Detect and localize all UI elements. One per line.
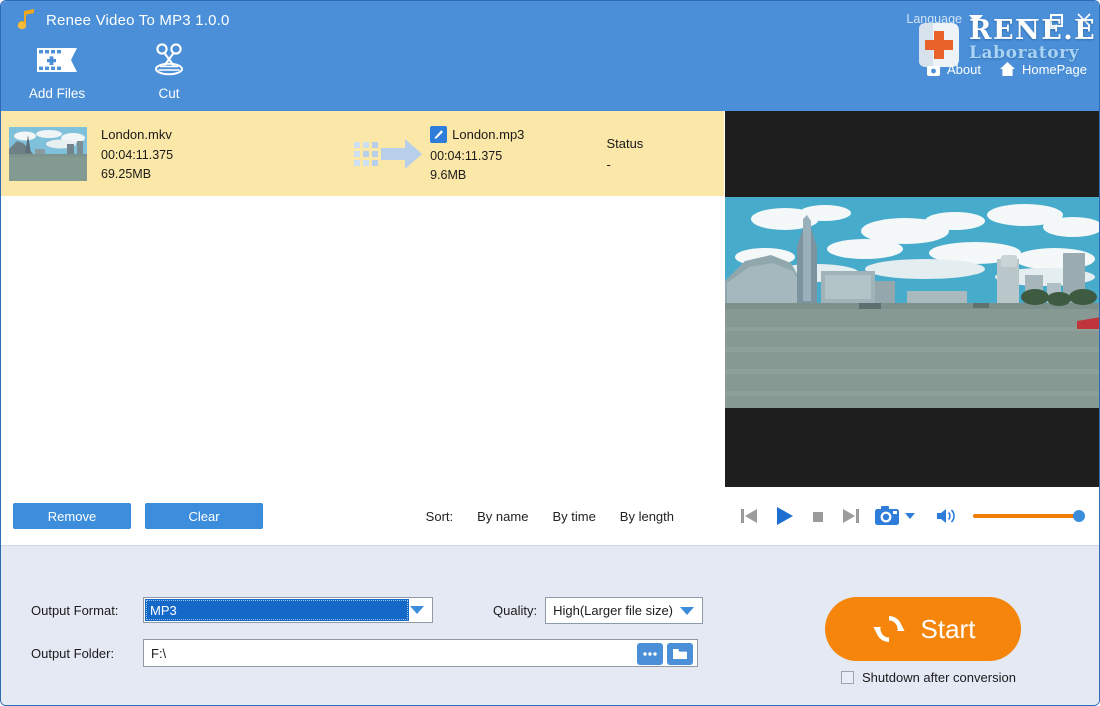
source-size: 69.25MB [101,167,346,181]
scissors-icon [149,43,189,77]
target-size: 9.6MB [430,168,606,182]
about-label: About [947,62,981,77]
output-folder-buttons [637,643,693,665]
play-button[interactable] [772,504,796,528]
status-column-header: Status [606,136,724,151]
browse-folder-button[interactable] [637,643,663,665]
edit-icon[interactable] [430,126,447,143]
homepage-label: HomePage [1022,62,1087,77]
list-action-bar: Remove Clear Sort: By name By time By le… [1,487,724,545]
remove-button[interactable]: Remove [13,503,131,529]
player-controls [724,487,1100,545]
chevron-down-icon [410,606,424,614]
stop-button[interactable] [808,506,828,526]
toolbar: Add Files Cut [1,37,225,101]
output-format-label: Output Format: [31,603,143,618]
next-button[interactable] [840,505,862,527]
video-thumbnail [9,127,87,181]
convert-arrow [346,137,430,171]
output-folder-input[interactable]: F:\ [143,639,698,667]
open-folder-button[interactable] [667,643,693,665]
target-file-name-row: London.mp3 [430,126,606,143]
output-format-value: MP3 [145,599,409,621]
title-bar: Renee Video To MP3 1.0.0 Language [1,1,1100,111]
status-badge: - [606,157,724,172]
about-icon [926,62,941,77]
next-icon [840,505,862,527]
output-format-row: Output Format: MP3 [31,597,433,623]
target-file-name: London.mp3 [452,127,524,142]
folder-icon [672,647,688,661]
cut-label: Cut [158,86,179,101]
ellipsis-icon [642,651,658,657]
output-folder-row: Output Folder: F:\ [31,639,698,667]
shutdown-label: Shutdown after conversion [862,670,1016,685]
app-title: Renee Video To MP3 1.0.0 [46,12,230,29]
refresh-icon [871,611,907,647]
sort-by-length[interactable]: By length [620,509,674,524]
video-frame [725,197,1100,408]
shutdown-checkbox[interactable] [841,671,854,684]
output-folder-value: F:\ [151,646,697,661]
app-title-group: Renee Video To MP3 1.0.0 [15,8,230,32]
sort-label: Sort: [426,509,453,524]
arrow-trail-dots [354,142,378,166]
table-row[interactable]: London.mkv 00:04:11.375 69.25MB [1,111,724,196]
previous-button[interactable] [738,505,760,527]
status-cell: Status - [606,136,724,172]
add-files-icon [35,43,79,77]
quality-label: Quality: [493,603,537,618]
play-icon [772,504,796,528]
add-files-button[interactable]: Add Files [1,37,113,101]
source-file-info: London.mkv 00:04:11.375 69.25MB [101,127,346,181]
sort-by-name[interactable]: By name [477,509,528,524]
file-list-panel: London.mkv 00:04:11.375 69.25MB [1,111,724,545]
source-file-name: London.mkv [101,127,346,142]
snapshot-button[interactable] [874,504,915,528]
volume-icon [935,506,959,526]
chevron-down-icon [680,607,694,615]
sort-by-time[interactable]: By time [552,509,595,524]
start-button[interactable]: Start [825,597,1021,661]
cut-button[interactable]: Cut [113,37,225,101]
brand-secondary: Laboratory [969,45,1096,62]
video-stage[interactable] [725,111,1100,487]
music-note-icon [15,8,37,32]
home-icon [999,61,1016,77]
volume-button[interactable] [935,506,959,526]
add-files-label: Add Files [29,86,85,101]
application-window: Renee Video To MP3 1.0.0 Language [0,0,1100,706]
video-preview-panel [724,111,1100,545]
output-folder-label: Output Folder: [31,646,143,661]
sort-controls: Sort: By name By time By length [426,509,712,524]
volume-slider[interactable] [973,514,1081,518]
stop-icon [808,506,828,526]
clear-button[interactable]: Clear [145,503,263,529]
convert-arrow-icon [354,137,423,171]
target-duration: 00:04:11.375 [430,149,606,163]
quality-select[interactable]: High(Larger file size) [545,597,703,624]
previous-icon [738,505,760,527]
about-link[interactable]: About [926,62,981,77]
camera-icon [874,504,902,528]
source-duration: 00:04:11.375 [101,148,346,162]
chevron-down-icon [905,513,915,519]
header-links: About HomePage [926,61,1087,77]
volume-slider-handle[interactable] [1073,510,1085,522]
brand-primary: RENE.E [969,17,1096,44]
homepage-link[interactable]: HomePage [999,61,1087,77]
start-label: Start [921,614,976,645]
quality-row: Quality: High(Larger file size) [493,597,703,624]
brand-text: RENE.E Laboratory [969,17,1096,62]
quality-value: High(Larger file size) [553,603,673,618]
output-format-select[interactable]: MP3 [143,597,433,623]
target-file-info: London.mp3 00:04:11.375 9.6MB [430,126,606,182]
shutdown-option[interactable]: Shutdown after conversion [841,670,1016,685]
